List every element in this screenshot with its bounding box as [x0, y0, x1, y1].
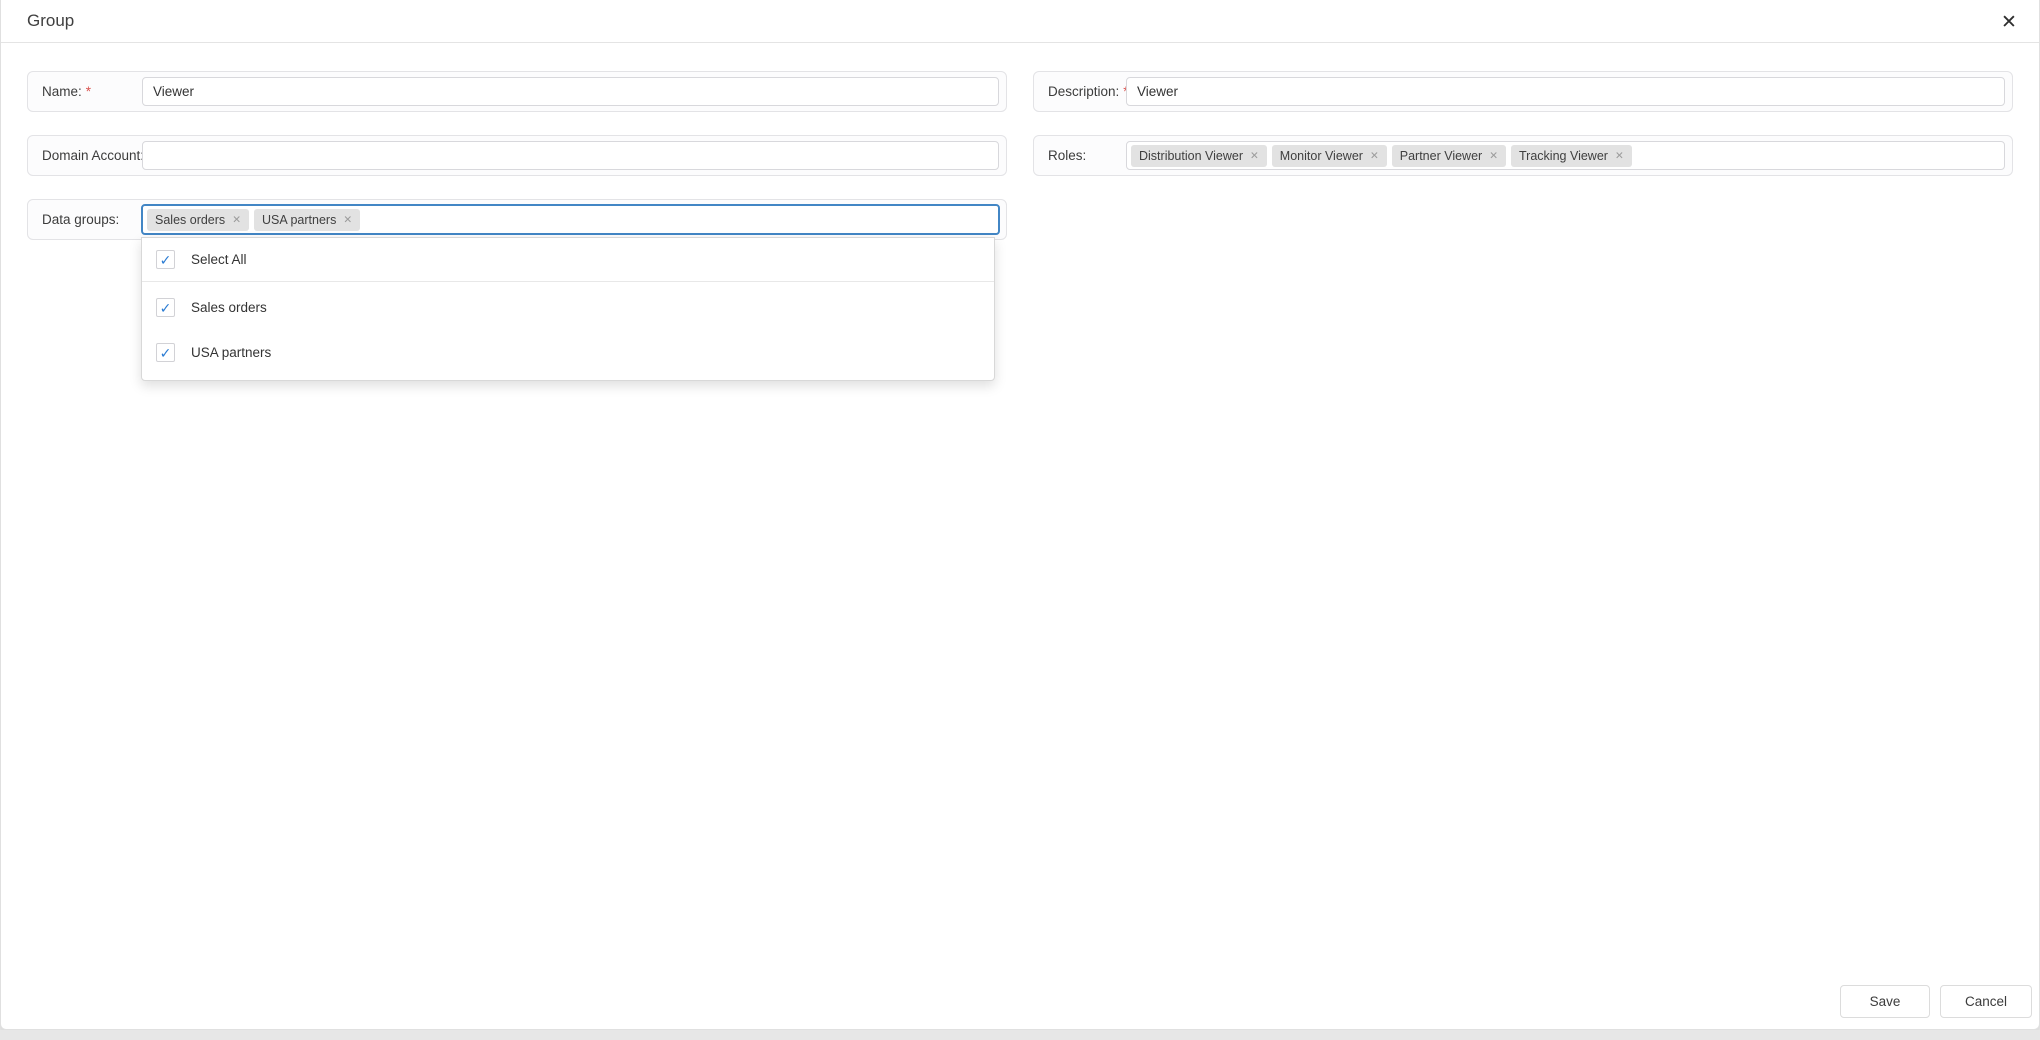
name-field-group: Name: * Viewer: [27, 71, 1007, 112]
backdrop: [0, 1030, 2040, 1040]
close-icon[interactable]: ✕: [1995, 8, 2023, 36]
cancel-button[interactable]: Cancel: [1940, 985, 2032, 1018]
name-input[interactable]: Viewer: [142, 77, 999, 106]
domain-account-label: Domain Account:: [28, 136, 142, 175]
description-input[interactable]: Viewer: [1126, 77, 2005, 106]
dialog-body: Name: * Viewer Description: * Viewer Dom…: [1, 43, 2039, 240]
remove-tag-icon[interactable]: ✕: [1250, 150, 1259, 162]
dropdown-item[interactable]: ✓ Sales orders: [142, 288, 994, 327]
dialog-header: Group ✕: [1, 0, 2039, 43]
required-asterisk: *: [86, 84, 91, 99]
remove-tag-icon[interactable]: ✕: [232, 214, 241, 226]
dropdown-item-select-all[interactable]: ✓ Select All: [142, 238, 994, 282]
dropdown-item[interactable]: ✓ USA partners: [142, 333, 994, 372]
data-groups-dropdown: ✓ Select All ✓ Sales orders: [141, 237, 995, 381]
remove-tag-icon[interactable]: ✕: [1489, 150, 1498, 162]
description-label: Description: *: [1034, 72, 1126, 111]
checkbox-checked-icon[interactable]: ✓: [156, 298, 175, 317]
dropdown-options: ✓ Sales orders ✓ USA partners: [142, 288, 994, 372]
dialog-footer: Save Cancel: [1840, 985, 2032, 1018]
data-groups-input[interactable]: Sales orders ✕ USA partners ✕ ✓ S: [141, 204, 1000, 235]
empty-cell: [1033, 199, 2013, 240]
roles-label: Roles:: [1034, 136, 1126, 175]
remove-tag-icon[interactable]: ✕: [1370, 150, 1379, 162]
role-tag: Distribution Viewer ✕: [1131, 145, 1267, 167]
data-group-tag: Sales orders ✕: [147, 209, 249, 231]
data-groups-label: Data groups:: [28, 200, 142, 239]
checkbox-checked-icon[interactable]: ✓: [156, 250, 175, 269]
description-field-group: Description: * Viewer: [1033, 71, 2013, 112]
roles-field-group: Roles: Distribution Viewer ✕ Monitor Vie…: [1033, 135, 2013, 176]
group-dialog: Group ✕ Name: * Viewer Description: * Vi…: [0, 0, 2040, 1030]
remove-tag-icon[interactable]: ✕: [1615, 150, 1624, 162]
role-tag: Partner Viewer ✕: [1392, 145, 1506, 167]
role-tag: Tracking Viewer ✕: [1511, 145, 1632, 167]
data-group-tag: USA partners ✕: [254, 209, 360, 231]
data-groups-field-group: Data groups: Sales orders ✕ USA partners…: [27, 199, 1007, 240]
remove-tag-icon[interactable]: ✕: [343, 214, 352, 226]
save-button[interactable]: Save: [1840, 985, 1930, 1018]
role-tag: Monitor Viewer ✕: [1272, 145, 1387, 167]
domain-account-field-group: Domain Account:: [27, 135, 1007, 176]
checkbox-checked-icon[interactable]: ✓: [156, 343, 175, 362]
name-label: Name: *: [28, 72, 142, 111]
dialog-title: Group: [27, 11, 74, 31]
domain-account-input[interactable]: [142, 141, 999, 170]
roles-input[interactable]: Distribution Viewer ✕ Monitor Viewer ✕ P…: [1126, 141, 2005, 170]
